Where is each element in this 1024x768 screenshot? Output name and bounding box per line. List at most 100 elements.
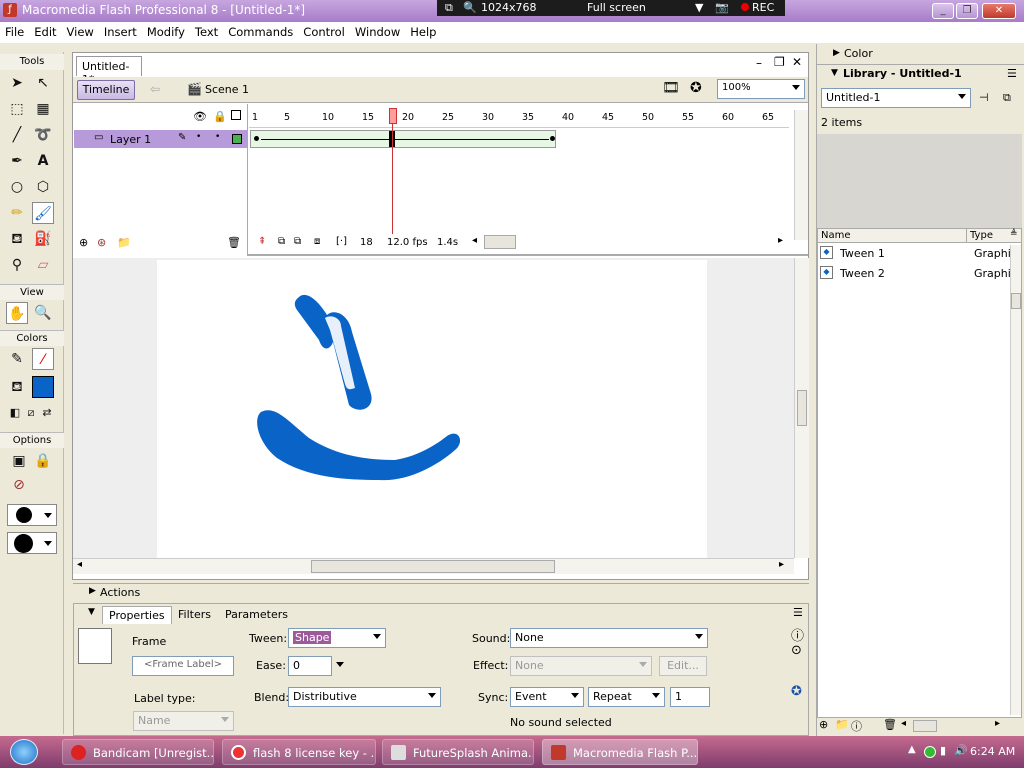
tab-properties[interactable]: Properties: [102, 606, 172, 624]
new-symbol-icon[interactable]: ⊕: [819, 718, 828, 731]
outline-icon[interactable]: [231, 110, 241, 120]
panel-menu-icon[interactable]: ☰: [793, 606, 803, 619]
library-vscroll[interactable]: [1010, 245, 1021, 715]
timeline-button[interactable]: Timeline: [77, 80, 135, 100]
list-item[interactable]: ◆ Tween 2 Graphic: [818, 265, 1017, 283]
subselect-tool-icon[interactable]: ↖: [32, 72, 54, 94]
brush-tool-icon[interactable]: 🖌: [32, 202, 54, 224]
edit-multiple-icon[interactable]: ⧈: [314, 236, 320, 247]
accessibility-icon[interactable]: ✪: [791, 684, 802, 699]
menu-commands[interactable]: Commands: [223, 22, 298, 39]
gradient-transform-icon[interactable]: ▦: [32, 98, 54, 120]
oval-tool-icon[interactable]: ○: [6, 176, 28, 198]
hand-tool-icon[interactable]: ✋: [6, 302, 28, 324]
lock-fill-icon[interactable]: 🔒: [32, 450, 54, 472]
brush-stroke[interactable]: [294, 294, 372, 410]
trash-icon[interactable]: 🗑: [883, 718, 897, 731]
fill-color-icon[interactable]: ⛾: [6, 376, 28, 398]
menu-edit[interactable]: Edit: [29, 22, 61, 39]
paint-bucket-icon[interactable]: ⛽: [32, 228, 54, 250]
color-panel-title[interactable]: Color: [844, 47, 873, 60]
menu-view[interactable]: View: [62, 22, 99, 39]
insert-folder-icon[interactable]: 📁: [117, 236, 131, 249]
brush-option-icon[interactable]: ⊘: [8, 474, 30, 496]
new-library-icon[interactable]: ⧉: [1003, 91, 1011, 105]
lock-dot-icon[interactable]: •: [215, 132, 220, 142]
menu-window[interactable]: Window: [350, 22, 405, 39]
ease-slider-icon[interactable]: [336, 662, 344, 667]
onion-markers-icon[interactable]: [·]: [336, 236, 347, 247]
stroke-color-icon[interactable]: ✎: [6, 348, 28, 370]
back-arrow-icon[interactable]: ⇦: [150, 82, 160, 96]
hscroll-thumb[interactable]: [311, 560, 555, 573]
task-browser[interactable]: flash 8 license key - ...: [222, 739, 376, 765]
text-tool-icon[interactable]: A: [32, 150, 54, 172]
sound-select[interactable]: None: [510, 628, 708, 648]
panel-menu-icon[interactable]: ☰: [1007, 67, 1017, 80]
polystar-tool-icon[interactable]: ⬡: [32, 176, 54, 198]
edit-button[interactable]: Edit...: [659, 656, 707, 676]
library-panel-title[interactable]: Library - Untitled-1: [843, 67, 962, 80]
rec-label[interactable]: REC: [752, 1, 774, 14]
timeline-hscroll-thumb[interactable]: [484, 235, 516, 249]
stage-vscroll[interactable]: [794, 258, 809, 558]
vscroll-thumb[interactable]: [1011, 293, 1021, 309]
zoom-tool-icon[interactable]: 🔍: [32, 302, 54, 324]
effect-select[interactable]: None: [510, 656, 652, 676]
minimize-button[interactable]: _: [932, 3, 954, 19]
start-button[interactable]: [10, 739, 38, 765]
menu-help[interactable]: Help: [405, 22, 441, 39]
recorder-resolution[interactable]: 1024x768: [481, 1, 537, 14]
list-item[interactable]: ◆ Tween 1 Graphic: [818, 245, 1017, 263]
hscroll-thumb[interactable]: [913, 720, 937, 732]
camera-icon[interactable]: 📷: [715, 1, 729, 14]
recorder-mode[interactable]: Full screen: [587, 1, 646, 14]
lasso-tool-icon[interactable]: ➰: [32, 124, 54, 146]
actions-panel-header[interactable]: ▶ Actions: [73, 583, 809, 601]
eyedropper-icon[interactable]: ⚲: [6, 254, 28, 276]
layer-outline-swatch[interactable]: [232, 134, 242, 144]
arrow-tool-icon[interactable]: ➤: [6, 72, 28, 94]
eye-icon[interactable]: 👁: [193, 110, 207, 123]
sort-icon[interactable]: ≜: [1010, 229, 1018, 239]
scroll-right-icon[interactable]: ▸: [995, 718, 1000, 729]
end-keyframe-icon[interactable]: [550, 136, 555, 141]
scroll-left-icon[interactable]: ◂: [472, 235, 477, 246]
playhead[interactable]: [389, 108, 397, 124]
network-icon[interactable]: ▮: [940, 744, 946, 757]
add-guide-icon[interactable]: ⊛: [97, 236, 106, 249]
ease-input[interactable]: 0: [288, 656, 332, 676]
fill-swatch[interactable]: [32, 376, 54, 398]
visible-dot-icon[interactable]: •: [196, 132, 201, 142]
edit-scene-icon[interactable]: 🎞: [662, 80, 680, 96]
onion-outline-icon[interactable]: ⧉: [294, 236, 301, 247]
menu-modify[interactable]: Modify: [142, 22, 190, 39]
ink-bottle-icon[interactable]: ⛾: [6, 228, 28, 250]
collapse-triangle-icon[interactable]: ▼: [831, 68, 838, 78]
tab-parameters[interactable]: Parameters: [219, 606, 294, 623]
chevron-down-icon[interactable]: ▼: [695, 1, 703, 14]
tween-select[interactable]: Shape: [288, 628, 386, 648]
expand-triangle-icon[interactable]: ▶: [89, 586, 96, 596]
stage[interactable]: [157, 260, 707, 558]
close-button[interactable]: ✕: [982, 3, 1016, 19]
volume-icon[interactable]: 🔊: [954, 744, 968, 757]
stroke-swatch[interactable]: ⁄: [32, 348, 54, 370]
scroll-right-icon[interactable]: ▸: [779, 559, 784, 570]
onion-skin-icon[interactable]: ⧉: [278, 236, 285, 247]
clock[interactable]: 6:24 AM: [970, 745, 1015, 758]
pin-icon[interactable]: ⊣: [979, 91, 989, 104]
sync-select[interactable]: Event: [510, 687, 584, 707]
repeat-count-input[interactable]: 1: [670, 687, 710, 707]
line-tool-icon[interactable]: ╱: [6, 124, 28, 146]
frame-ruler[interactable]: 1 5 10 15 20 25 30 35 40 45 50 55 60 65: [249, 108, 789, 128]
blend-select[interactable]: Distributive: [288, 687, 441, 707]
properties-icon[interactable]: ⓘ: [851, 718, 862, 734]
column-name[interactable]: Name: [821, 230, 851, 241]
stage-hscroll[interactable]: ◂ ▸: [73, 558, 794, 574]
doc-restore-icon[interactable]: ❐: [774, 55, 785, 69]
actions-title[interactable]: Actions: [100, 586, 140, 599]
task-bandicam[interactable]: Bandicam [Unregist...: [62, 739, 214, 765]
scroll-right-icon[interactable]: ▸: [778, 235, 783, 246]
pen-tool-icon[interactable]: ✒: [6, 150, 28, 172]
